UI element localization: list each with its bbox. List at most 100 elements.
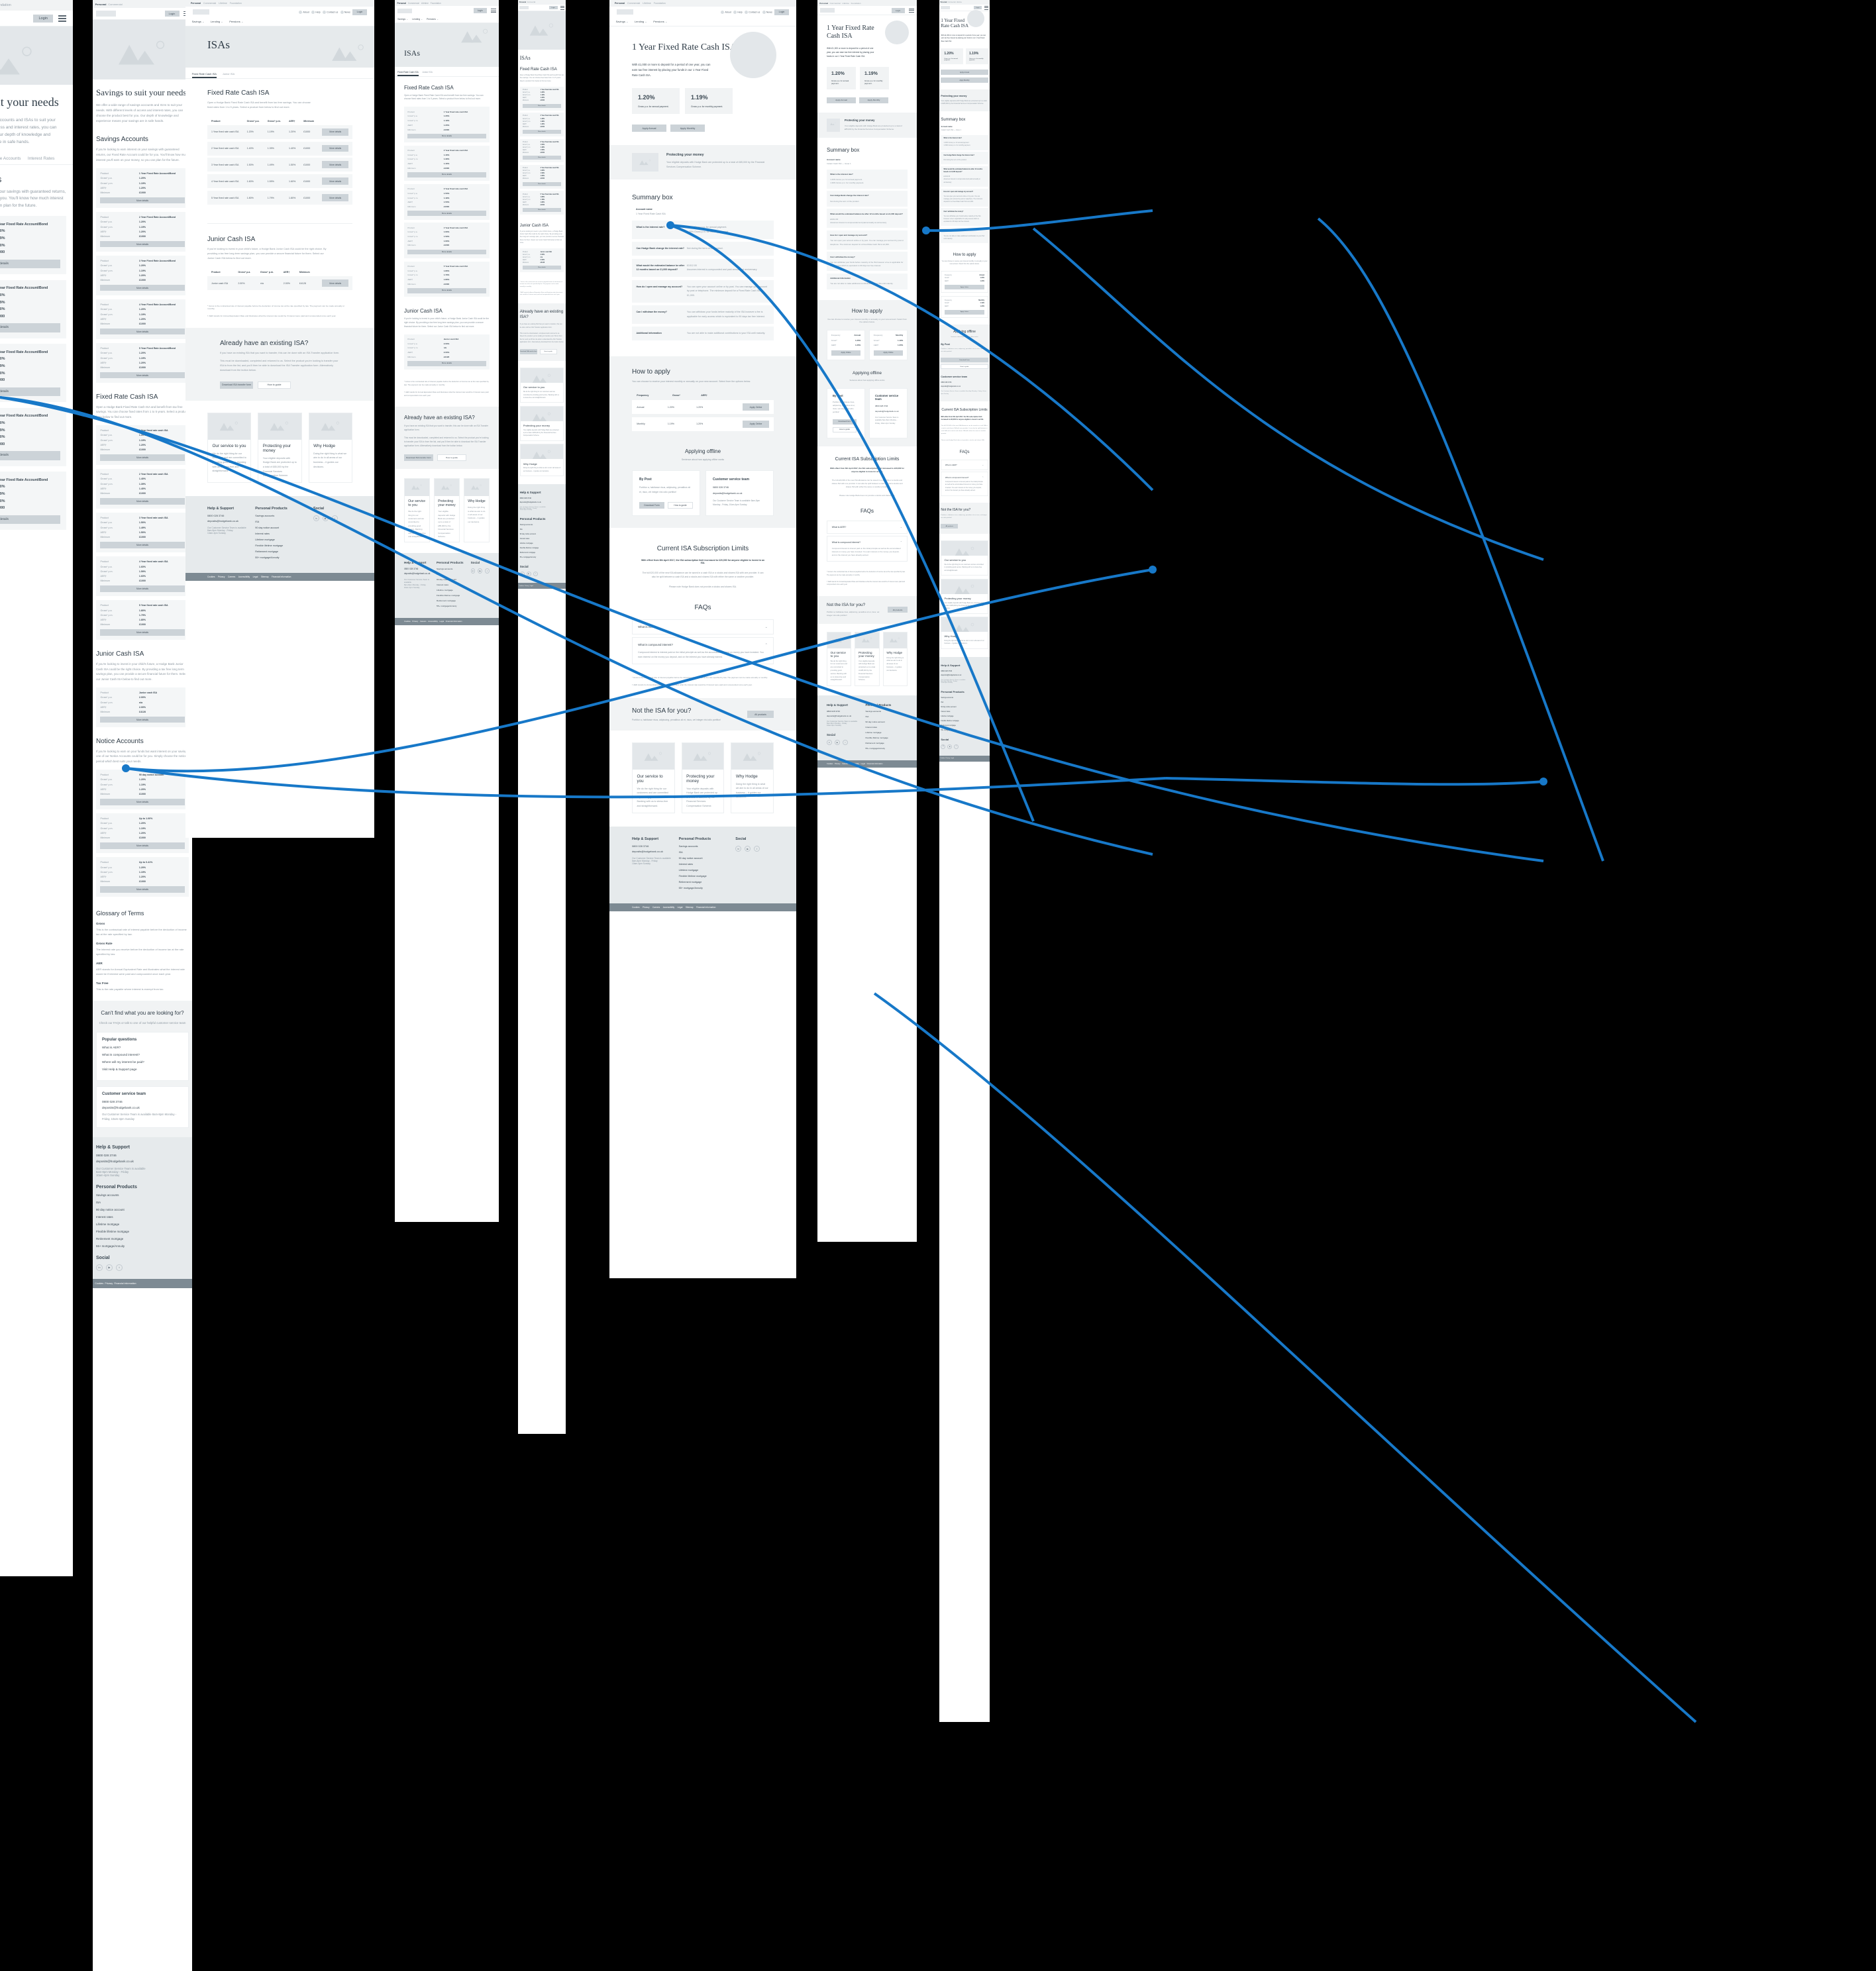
footer-product-link[interactable]: Flexible lifetime mortgage	[255, 544, 313, 547]
legal-link[interactable]: Privacy	[105, 1282, 113, 1285]
login-button[interactable]: Login	[548, 6, 558, 9]
legal-link[interactable]: Financial information	[696, 906, 715, 909]
footer-product-link[interactable]: Retirement mortgage	[96, 1237, 189, 1240]
apply-online-button[interactable]: Apply Online	[743, 420, 769, 428]
utility-nav-item[interactable]: Commercial	[627, 2, 640, 5]
how-to-guide-button[interactable]: How to guide	[941, 364, 988, 370]
utility-nav-item[interactable]: Commercial	[408, 2, 419, 5]
faq-item[interactable]: What is AER? ⌄	[827, 521, 908, 534]
legal-link[interactable]: Cookies	[632, 906, 640, 909]
footer-products-list[interactable]: Savings accounts ISA 90 day notice account…	[866, 710, 908, 750]
logo[interactable]	[617, 9, 633, 15]
utility-nav[interactable]: Personal Commercial Lifetime Foundation	[817, 0, 917, 6]
chevron-up-icon[interactable]: ⌃	[765, 643, 768, 647]
footer-product-link[interactable]: 55+ mortgage/Annuity	[255, 556, 313, 559]
footer-product-link[interactable]: Flexible lifetime mortgage	[96, 1230, 189, 1233]
top-link-about[interactable]: About	[299, 10, 309, 14]
footer-product-link[interactable]: Flexible lifetime mortgage	[437, 594, 471, 597]
promo-card[interactable]: Why Hodge Doing the right thing is what w…	[882, 631, 908, 686]
apply-monthly-button[interactable]: Apply Monthly	[941, 77, 988, 83]
promo-card[interactable]: Our service to you We do the right thing …	[827, 631, 852, 686]
top-link-contact[interactable]: Contact us	[744, 10, 760, 14]
faq-item[interactable]: What is compound interest? ⌃ Compound inte…	[827, 535, 908, 562]
legal-link[interactable]: Privacy	[412, 621, 418, 623]
footer-product-link[interactable]: 90 day notice account	[255, 527, 313, 529]
footer-products-list[interactable]: Savings accounts ISA 90 day notice account…	[679, 845, 736, 889]
footer-product-link[interactable]: Lifetime mortgage	[866, 731, 908, 734]
login-button[interactable]: Login	[473, 8, 487, 13]
footer-product-link[interactable]: 55+ mortgage/Annuity	[866, 747, 908, 750]
more-details-button[interactable]: More details	[100, 886, 185, 893]
youtube-icon[interactable]: ▶	[745, 846, 751, 852]
cs-phone[interactable]: 0800 028 3746	[875, 405, 902, 407]
legal-link[interactable]: Financial information	[114, 1282, 136, 1285]
login-button[interactable]: Login	[164, 11, 180, 17]
legal-link[interactable]: Legal	[678, 906, 683, 909]
footer-product-link[interactable]: Retirement mortgage	[679, 881, 736, 884]
chevron-up-icon[interactable]: ⌃	[982, 476, 984, 479]
twitter-icon[interactable]: t	[754, 846, 760, 852]
utility-nav-item[interactable]: Commercial	[527, 1, 535, 3]
footer-product-link[interactable]: Flexible lifetime mortgage	[520, 547, 564, 549]
footer-phone[interactable]: 0800 028 3746	[96, 1154, 189, 1157]
utility-nav-item[interactable]: Lifetime	[219, 2, 227, 5]
utility-nav-item[interactable]: Personal	[941, 2, 947, 3]
legal-link[interactable]: Cookies	[207, 576, 215, 578]
footer-email[interactable]: deposits@hodgebank.co.uk	[404, 572, 437, 575]
footer-product-link[interactable]: Flexible lifetime mortgage	[679, 875, 736, 878]
apply-monthly-button[interactable]: Apply Monthly	[859, 97, 888, 103]
product-tabs[interactable]: Fixed Rate Cash ISA Junior ISA	[395, 67, 499, 77]
footer-product-link[interactable]: Interest rates	[679, 863, 736, 866]
tab-interest-rates[interactable]: Interest Rates	[28, 156, 54, 164]
tab-junior-isa[interactable]: Junior ISA	[422, 71, 433, 76]
footer-product-link[interactable]: Lifetime mortgage	[941, 715, 988, 717]
how-to-guide-button[interactable]: How to guide	[437, 454, 466, 462]
menu-icon[interactable]	[58, 15, 67, 22]
download-transfer-form-button[interactable]: Download ISA transfer form	[404, 454, 433, 462]
footer-products-list[interactable]: Savings accounts ISA 90 day notice account…	[520, 524, 564, 558]
footer-product-link[interactable]: 90 day notice account	[679, 857, 736, 860]
footer-products-list[interactable]: Savings accounts ISA 90 day notice account…	[255, 515, 313, 559]
more-details-button[interactable]: More details	[100, 197, 185, 204]
legal-link[interactable]: Careers	[842, 763, 848, 765]
twitter-icon[interactable]: t	[843, 739, 848, 745]
footer-legal-strip[interactable]: Cookies Privacy Legal	[939, 755, 990, 762]
main-nav[interactable]: Savings ⌄ Lending ⌄ Pensions ⌄	[609, 17, 796, 26]
promo-card[interactable]: Why Hodge Doing the right thing is what w…	[941, 617, 988, 649]
twitter-icon[interactable]: t	[954, 744, 959, 749]
chevron-up-icon[interactable]: ⌃	[900, 540, 903, 544]
promo-card[interactable]: Our service to you We do the right thing …	[632, 742, 675, 814]
legal-link[interactable]: Financial information	[272, 576, 291, 578]
all-products-button[interactable]: All products	[888, 607, 908, 613]
nav-pensions[interactable]: Pensions ⌄	[653, 20, 667, 23]
footer-product-link[interactable]: ISA	[866, 715, 908, 718]
footer-product-link[interactable]: Flexible lifetime mortgage	[866, 736, 908, 739]
popular-question-link[interactable]: What is AER?	[102, 1046, 183, 1049]
legal-link[interactable]: Privacy	[218, 576, 225, 578]
more-details-button[interactable]: More details	[322, 144, 348, 152]
nav-lending[interactable]: Lending ⌄	[635, 20, 647, 23]
footer-product-link[interactable]: Lifetime mortgage	[96, 1223, 189, 1226]
twitter-icon[interactable]: t	[116, 1264, 123, 1271]
promo-card[interactable]: Protecting your money Your eligible depos…	[519, 405, 564, 441]
footer-product-link[interactable]: Savings accounts	[520, 524, 564, 526]
youtube-icon[interactable]: ▶	[106, 1264, 113, 1271]
apply-online-button[interactable]: Apply Online	[743, 403, 769, 411]
twitter-icon[interactable]: t	[331, 515, 338, 522]
legal-link[interactable]: Careers	[228, 576, 235, 578]
twitter-icon[interactable]: t	[533, 572, 538, 577]
footer-legal-strip[interactable]: Cookies Privacy Legal	[518, 583, 566, 589]
linkedin-icon[interactable]: in	[313, 515, 319, 522]
footer-legal-strip[interactable]: Cookies Privacy Careers Accessibility Le…	[817, 760, 917, 768]
cs-email[interactable]: deposits@hodgebank.co.uk	[713, 492, 766, 495]
footer-product-link[interactable]: ISA	[437, 573, 471, 576]
top-link-help[interactable]: Help	[311, 10, 321, 14]
popular-questions-list[interactable]: What is AER? What is compound interest? Wh…	[102, 1046, 183, 1071]
popular-question-link[interactable]: Where will my interest be paid?	[102, 1060, 183, 1064]
chevron-down-icon[interactable]: ⌄	[765, 625, 768, 629]
footer-email[interactable]: deposits@hodgebank.co.uk	[941, 674, 988, 676]
legal-link[interactable]: Cookies	[940, 758, 945, 759]
legal-link[interactable]: Privacy	[525, 585, 529, 587]
popular-question-link[interactable]: Visit Help & Support page	[102, 1068, 183, 1071]
footer-product-link[interactable]: Interest rates	[96, 1215, 189, 1219]
